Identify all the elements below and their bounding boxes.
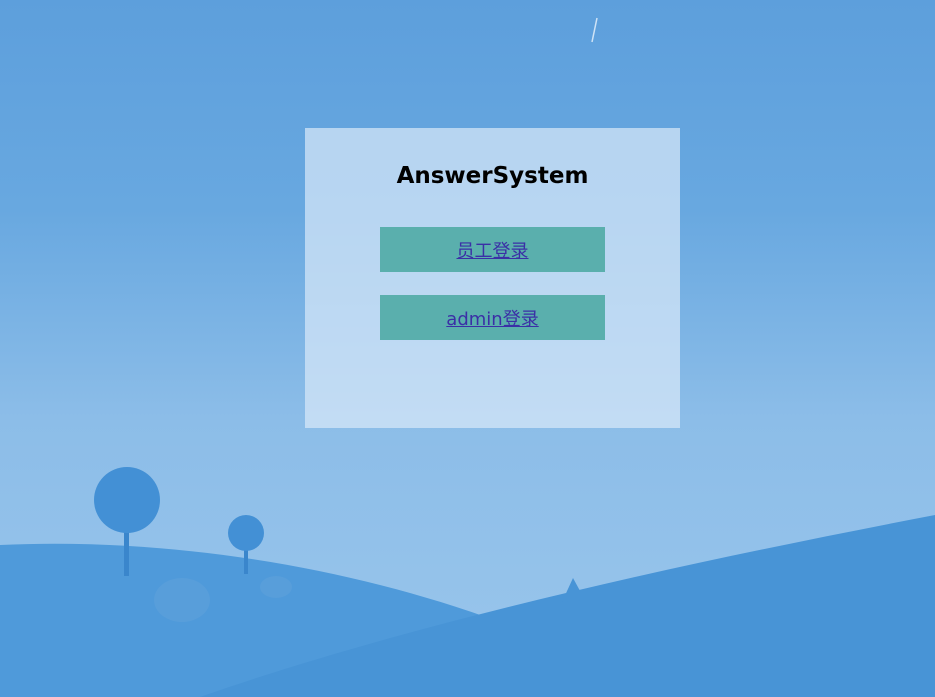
admin-login-link[interactable]: admin登录 bbox=[446, 305, 538, 331]
tree-trunk-small bbox=[244, 548, 248, 574]
tree-trunk bbox=[124, 528, 129, 576]
admin-login-button[interactable]: admin登录 bbox=[380, 295, 605, 340]
employee-login-button[interactable]: 员工登录 bbox=[380, 227, 605, 272]
page-background: AnswerSystem 员工登录 admin登录 bbox=[0, 0, 935, 697]
login-panel: AnswerSystem 员工登录 admin登录 bbox=[305, 128, 680, 428]
bush-small bbox=[260, 576, 292, 598]
employee-login-link[interactable]: 员工登录 bbox=[457, 237, 529, 263]
page-title: AnswerSystem bbox=[396, 163, 589, 189]
tree-crown bbox=[94, 467, 160, 533]
bush bbox=[154, 578, 210, 622]
shooting-star bbox=[591, 17, 598, 43]
tree-crown-small bbox=[228, 515, 264, 551]
